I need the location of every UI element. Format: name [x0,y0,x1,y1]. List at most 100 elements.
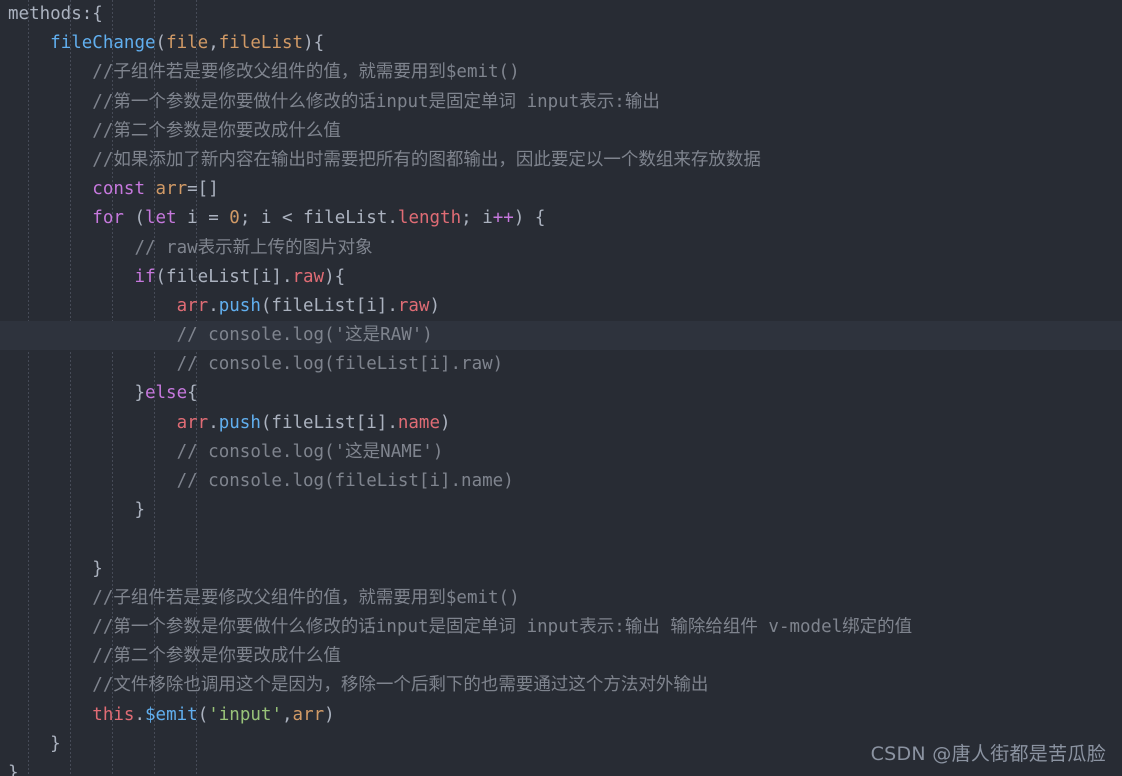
token-punc: ) [429,295,441,316]
token-plain: ; i [239,208,282,229]
token-plain: (fileList[i]. [260,295,398,316]
token-punc: } [8,762,19,776]
code-line[interactable]: //子组件若是要修改父组件的值，就需要用到$emit() [0,58,1122,87]
code-line[interactable]: if(fileList[i].raw){ [0,263,1122,292]
token-num: 0 [229,208,240,229]
code-line[interactable]: //第一个参数是你要做什么修改的话input是固定单词 input表示:输出 [0,88,1122,117]
token-prop: raw [397,295,430,316]
token-comment: 子组件若是要修改父组件的值，就需要用到 [113,62,446,83]
code-line[interactable]: }else{ [0,379,1122,408]
token-comment: 表示 [579,91,615,112]
token-comment: input [375,616,429,637]
code-content[interactable]: methods:{ fileChange(file,fileList){ //子… [0,0,1122,776]
token-comment: // console.log(' [176,325,346,346]
token-prop: length [397,208,462,229]
code-line[interactable]: // console.log(fileList[i].raw) [0,350,1122,379]
token-comment: 第二个参数是你要改成什么值 [113,120,341,141]
code-line[interactable]: fileChange(file,fileList){ [0,29,1122,58]
token-punc: } [134,500,145,521]
token-comment: 输出 [624,616,660,637]
token-comment: 第二个参数是你要改成什么值 [113,646,341,667]
token-str: 'input' [208,704,282,725]
code-line[interactable]: // console.log('这是NAME') [0,438,1122,467]
token-plain: fileList. [292,208,398,229]
token-prop: this [92,704,135,725]
code-line[interactable]: const arr=[] [0,175,1122,204]
token-comment: 如果添加了新内容在输出时需要把所有的图都输出，因此要定以一个数组来存放数据 [113,149,761,170]
token-punc: } [92,558,103,579]
token-comment: 第一个参数是你要做什么修改的话 [113,616,376,637]
code-line[interactable]: } [0,555,1122,584]
token-comment: // console.log(fileList[i].name) [176,471,514,491]
token-punc: ) [324,704,335,725]
token-fn: fileChange [50,33,156,54]
token-comment: NAME') [380,441,444,462]
token-punc: ( [123,208,145,229]
code-line[interactable]: //如果添加了新内容在输出时需要把所有的图都输出，因此要定以一个数组来存放数据 [0,146,1122,175]
token-fn: push [218,412,261,433]
token-punc: ) { [513,208,546,229]
token-comment: input [516,91,580,112]
token-kw: const [92,179,145,200]
code-line[interactable]: //文件移除也调用这个是因为，移除一个后剩下的也需要通过这个方法对外输出 [0,671,1122,700]
code-line[interactable] [0,525,1122,554]
token-comment [660,617,671,637]
code-line[interactable]: //第一个参数是你要做什么修改的话input是固定单词 input表示:输出 输… [0,613,1122,642]
code-line[interactable]: // console.log(fileList[i].name) [0,467,1122,496]
token-punc: } [50,733,61,754]
token-punc: ( [155,33,167,54]
code-line[interactable]: } [0,496,1122,525]
token-punc: ( [197,704,209,725]
code-line[interactable]: // raw表示新上传的图片对象 [0,234,1122,263]
code-line[interactable]: //子组件若是要修改父组件的值，就需要用到$emit() [0,584,1122,613]
token-comment: 这是 [345,441,381,462]
token-comment: // console.log(' [176,441,346,462]
token-kw: let [144,208,177,229]
token-comment: // [92,62,114,83]
token-punc: . [208,295,219,316]
code-line[interactable]: methods:{ [0,0,1122,29]
token-comment: // [92,587,114,608]
token-comment: : [614,91,625,112]
token-comment: 是固定单词 [428,616,517,637]
code-line[interactable]: arr.push(fileList[i].name) [0,409,1122,438]
token-comment: 表示 [579,616,615,637]
code-line[interactable]: //第二个参数是你要改成什么值 [0,117,1122,146]
token-var: arr [155,179,188,200]
code-line[interactable]: for (let i = 0; i < fileList.length; i++… [0,204,1122,233]
token-prop: arr [176,295,209,316]
token-comment: // [92,91,114,112]
token-var: arr [292,704,325,725]
token-punc: } [134,383,145,404]
token-comment: 是固定单词 [428,91,517,112]
token-comment: input [375,91,429,112]
token-comment: v-model [757,616,843,637]
token-prop: name [397,412,441,433]
token-plain: (fileList[i]. [260,412,398,433]
token-comment: 输出 [624,91,660,112]
token-comment: $emit() [445,62,520,83]
token-var: fileList [218,33,304,54]
code-line[interactable]: // console.log('这是RAW') [0,321,1122,351]
token-comment: 绑定的值 [842,616,913,637]
csdn-watermark: CSDN @唐人街都是苦瓜脸 [870,743,1106,765]
token-comment: // [92,646,114,667]
token-var: file [166,33,209,54]
code-line[interactable]: //第二个参数是你要改成什么值 [0,642,1122,671]
code-line[interactable]: this.$emit('input',arr) [0,701,1122,730]
token-comment: 表示新上传的图片对象 [197,237,373,258]
code-editor[interactable]: methods:{ fileChange(file,fileList){ //子… [0,0,1122,776]
code-line[interactable]: arr.push(fileList[i].raw) [0,292,1122,321]
